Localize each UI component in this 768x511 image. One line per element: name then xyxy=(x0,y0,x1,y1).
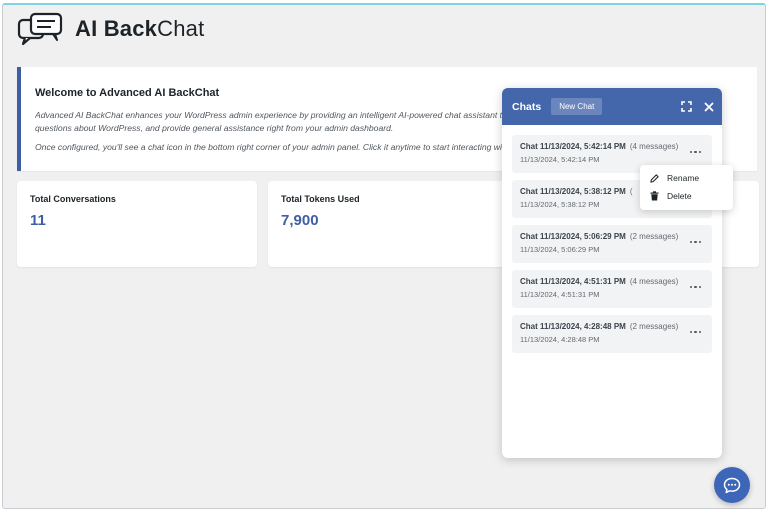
stat-total-conversations: Total Conversations 11 xyxy=(17,181,257,267)
welcome-line-2: questions about WordPress, and provide g… xyxy=(35,123,394,133)
chat-list-item[interactable]: Chat 11/13/2024, 4:28:48 PM (2 messages) … xyxy=(512,315,712,353)
chat-list: Chat 11/13/2024, 5:42:14 PM (4 messages) … xyxy=(502,125,722,353)
expand-icon[interactable] xyxy=(681,101,692,112)
trash-icon xyxy=(650,191,659,201)
brand-name: AI BackChat xyxy=(75,16,204,42)
delete-menu-item[interactable]: Delete xyxy=(640,187,733,205)
chat-item-title: Chat 11/13/2024, 4:51:31 PM (4 messages) xyxy=(520,277,704,286)
stat-value: 7,900 xyxy=(281,212,319,229)
brand-name-regular: Chat xyxy=(157,16,205,41)
chat-launcher-button[interactable] xyxy=(714,467,750,503)
close-icon[interactable] xyxy=(704,102,714,112)
chat-item-title: Chat 11/13/2024, 5:06:29 PM (2 messages) xyxy=(520,232,704,241)
header-actions xyxy=(681,101,714,112)
chat-header: Chats New Chat xyxy=(502,88,722,125)
chat-item-title: Chat 11/13/2024, 4:28:48 PM (2 messages) xyxy=(520,322,704,331)
chat-title: Chats xyxy=(512,100,542,113)
stat-value: 11 xyxy=(30,212,46,229)
chat-item-name: Chat 11/13/2024, 4:28:48 PM xyxy=(520,322,626,331)
rename-menu-item[interactable]: Rename xyxy=(640,169,733,187)
more-horizontal-icon[interactable] xyxy=(690,283,704,291)
brand-name-bold: AI Back xyxy=(75,16,158,41)
more-horizontal-icon[interactable] xyxy=(690,148,704,156)
chat-item-date: 11/13/2024, 5:06:29 PM xyxy=(520,245,600,254)
chat-item-date: 11/13/2024, 5:42:14 PM xyxy=(520,155,600,164)
chat-list-item[interactable]: Chat 11/13/2024, 4:51:31 PM (4 messages) … xyxy=(512,270,712,308)
stat-total-tokens: Total Tokens Used 7,900 xyxy=(268,181,508,267)
stat-label: Total Conversations xyxy=(30,194,116,204)
chat-bubble-icon xyxy=(723,477,741,493)
chat-item-name: Chat 11/13/2024, 4:51:31 PM xyxy=(520,277,626,286)
more-horizontal-icon[interactable] xyxy=(690,238,704,246)
chat-item-count: (2 messages) xyxy=(629,232,679,241)
chat-item-count: (4 messages) xyxy=(629,277,679,286)
chat-item-name: Chat 11/13/2024, 5:42:14 PM xyxy=(520,142,626,151)
chat-item-name: Chat 11/13/2024, 5:06:29 PM xyxy=(520,232,626,241)
chat-item-title: Chat 11/13/2024, 5:42:14 PM (4 messages) xyxy=(520,142,704,151)
chat-item-date: 11/13/2024, 4:28:48 PM xyxy=(520,335,600,344)
delete-label: Delete xyxy=(667,191,692,201)
chat-item-date: 11/13/2024, 4:51:31 PM xyxy=(520,290,600,299)
chat-bubbles-icon xyxy=(17,12,63,46)
more-horizontal-icon[interactable] xyxy=(690,328,704,336)
chat-panel: Chats New Chat Chat 11/13/2024, 5:42:14 … xyxy=(502,88,722,458)
pencil-icon xyxy=(650,173,659,183)
chat-context-menu: Rename Delete xyxy=(640,165,733,210)
stat-label: Total Tokens Used xyxy=(281,194,360,204)
chat-item-name: Chat 11/13/2024, 5:38:12 PM xyxy=(520,187,626,196)
rename-label: Rename xyxy=(667,173,700,183)
chat-list-item[interactable]: Chat 11/13/2024, 5:06:29 PM (2 messages) … xyxy=(512,225,712,263)
new-chat-button[interactable]: New Chat xyxy=(551,98,603,115)
brand: AI BackChat xyxy=(17,11,204,47)
chat-item-count: ( xyxy=(629,187,633,196)
chat-item-count: (2 messages) xyxy=(629,322,679,331)
chat-item-count: (4 messages) xyxy=(629,142,679,151)
